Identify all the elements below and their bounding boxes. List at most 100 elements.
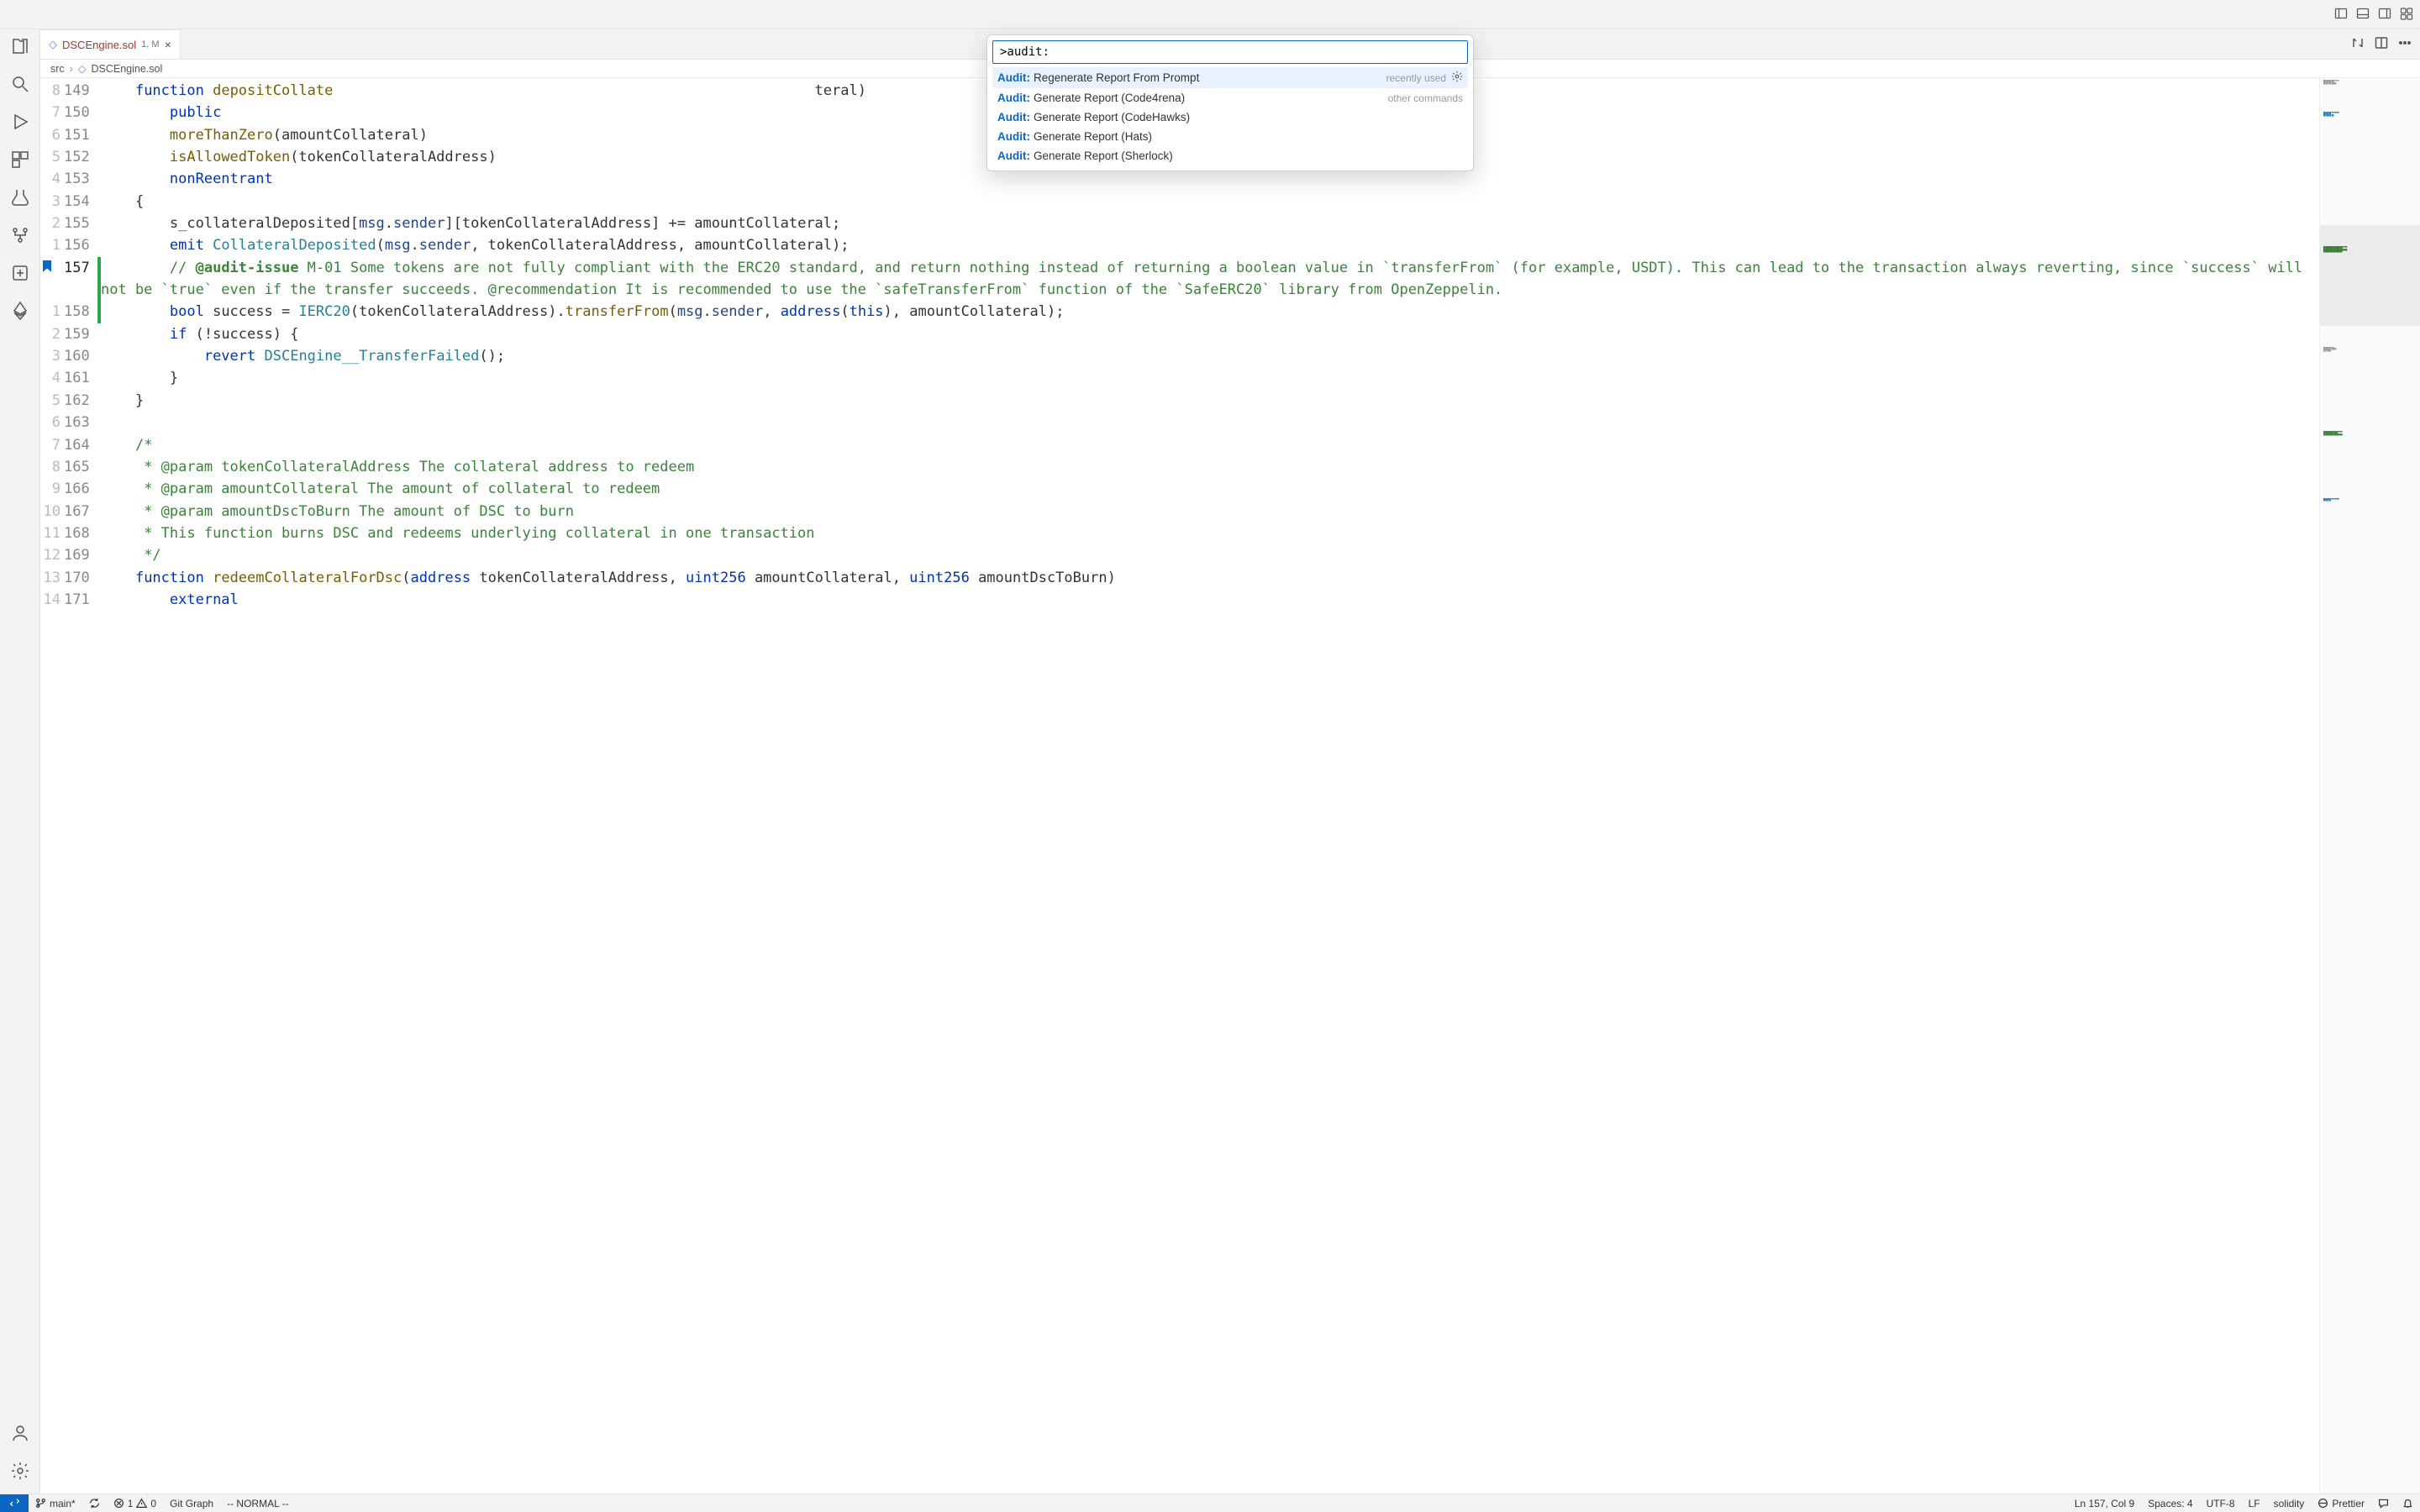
cursor-position[interactable]: Ln 157, Col 9: [2068, 1498, 2141, 1509]
relative-line-number: 6: [40, 412, 64, 433]
more-actions-icon[interactable]: [2398, 36, 2412, 52]
bell-icon[interactable]: [2396, 1498, 2420, 1509]
layout-secondary-side-icon[interactable]: [2378, 7, 2391, 23]
code-line[interactable]: 14171 external: [40, 589, 2319, 611]
line-number: 165: [64, 456, 97, 478]
git-graph-button[interactable]: Git Graph: [163, 1498, 220, 1509]
code-line[interactable]: 4153 nonReentrant: [40, 168, 2319, 190]
relative-line-number: 8: [40, 456, 64, 478]
code-line[interactable]: 2159 if (!success) {: [40, 323, 2319, 345]
line-number: 156: [64, 234, 97, 256]
code-line[interactable]: 11168 * This function burns DSC and rede…: [40, 522, 2319, 544]
line-number: 159: [64, 323, 97, 345]
line-number: 154: [64, 191, 97, 213]
line-number: 160: [64, 345, 97, 367]
line-number: 153: [64, 168, 97, 190]
breadcrumb-seg[interactable]: src: [50, 63, 65, 75]
relative-line-number: 9: [40, 478, 64, 500]
command-input[interactable]: [992, 40, 1468, 64]
palette-item[interactable]: Audit: Generate Report (Sherlock): [992, 146, 1468, 165]
relative-line-number: 5: [40, 146, 64, 168]
relative-line-number: 12: [40, 544, 64, 566]
close-icon[interactable]: ×: [165, 38, 171, 51]
line-number: 152: [64, 146, 97, 168]
layout-customize-icon[interactable]: [2400, 7, 2413, 23]
palette-item[interactable]: Audit: Generate Report (CodeHawks): [992, 108, 1468, 127]
sync-button[interactable]: [82, 1498, 107, 1509]
feedback-icon[interactable]: [2371, 1498, 2396, 1509]
remote-button[interactable]: [0, 1494, 29, 1512]
breadcrumb-seg[interactable]: DSCEngine.sol: [91, 63, 162, 75]
relative-line-number: 1: [40, 301, 64, 323]
code-line[interactable]: 6163: [40, 412, 2319, 433]
branch-status[interactable]: main*: [29, 1498, 82, 1509]
relative-line-number: 14: [40, 589, 64, 611]
language-status[interactable]: solidity: [2267, 1498, 2312, 1509]
problems-status[interactable]: 1 0: [107, 1498, 163, 1509]
relative-line-number: 7: [40, 102, 64, 123]
code-line[interactable]: 3160 revert DSCEngine__TransferFailed();: [40, 345, 2319, 367]
titlebar: [0, 0, 2420, 29]
prettier-status[interactable]: Prettier: [2311, 1498, 2371, 1509]
relative-line-number: 7: [40, 434, 64, 456]
search-icon[interactable]: [10, 74, 30, 97]
vim-mode: -- NORMAL --: [220, 1498, 296, 1509]
ethereum-icon[interactable]: [10, 301, 30, 323]
relative-line-number: 5: [40, 390, 64, 412]
line-number: 171: [64, 589, 97, 611]
settings-gear-icon[interactable]: [10, 1461, 30, 1483]
chevron-right-icon: ›: [70, 63, 73, 75]
account-icon[interactable]: [10, 1423, 30, 1446]
code-line[interactable]: 2155 s_collateralDeposited[msg.sender][t…: [40, 213, 2319, 234]
eol-status[interactable]: LF: [2242, 1498, 2267, 1509]
code-line[interactable]: 7164 /*: [40, 434, 2319, 456]
line-number: 150: [64, 102, 97, 123]
palette-item[interactable]: Audit: Regenerate Report From Promptrece…: [992, 67, 1468, 88]
relative-line-number: 11: [40, 522, 64, 544]
palette-item[interactable]: Audit: Generate Report (Hats): [992, 127, 1468, 146]
sidebar-tool-icon[interactable]: [10, 263, 30, 286]
code-line[interactable]: 13170 function redeemCollateralForDsc(ad…: [40, 567, 2319, 589]
tab-filename: DSCEngine.sol: [62, 39, 136, 51]
extensions-icon[interactable]: [10, 150, 30, 172]
palette-item[interactable]: Audit: Generate Report (Code4rena)other …: [992, 88, 1468, 108]
relative-line-number: 4: [40, 367, 64, 389]
branch-name: main*: [50, 1498, 76, 1509]
line-number: 151: [64, 124, 97, 146]
code-line[interactable]: 9166 * @param amountCollateral The amoun…: [40, 478, 2319, 500]
line-number: 162: [64, 390, 97, 412]
code-line[interactable]: 10167 * @param amountDscToBurn The amoun…: [40, 501, 2319, 522]
code-line[interactable]: 1156 emit CollateralDeposited(msg.sender…: [40, 234, 2319, 256]
line-number: 149: [64, 80, 97, 102]
relative-line-number: 8: [40, 80, 64, 102]
file-tab[interactable]: ◇ DSCEngine.sol 1, M ×: [40, 29, 181, 59]
indentation-status[interactable]: Spaces: 4: [2141, 1498, 2199, 1509]
testing-icon[interactable]: [10, 187, 30, 210]
compare-changes-icon[interactable]: [2351, 36, 2365, 52]
code-line[interactable]: 1158 bool success = IERC20(tokenCollater…: [40, 301, 2319, 323]
line-number: 167: [64, 501, 97, 522]
explorer-icon[interactable]: [10, 36, 30, 59]
code-line[interactable]: 12169 */: [40, 544, 2319, 566]
relative-line-number: [40, 257, 64, 302]
encoding-status[interactable]: UTF-8: [2200, 1498, 2242, 1509]
layout-primary-side-icon[interactable]: [2334, 7, 2348, 23]
split-editor-icon[interactable]: [2375, 36, 2388, 52]
line-number: 166: [64, 478, 97, 500]
gear-icon[interactable]: [1451, 71, 1463, 85]
code-line[interactable]: 157 // @audit-issue M-01 Some tokens are…: [40, 257, 2319, 302]
layout-panel-icon[interactable]: [2356, 7, 2370, 23]
relative-line-number: 4: [40, 168, 64, 190]
code-line[interactable]: 5162 }: [40, 390, 2319, 412]
code-line[interactable]: 4161 }: [40, 367, 2319, 389]
run-debug-icon[interactable]: [10, 112, 30, 134]
tab-meta: 1, M: [141, 39, 159, 50]
code-editor[interactable]: 8149 function depositCollate teral)7150 …: [40, 78, 2319, 1494]
minimap[interactable]: ████ ██ ████ ████ ████ ██████ ██ ████ ██…: [2319, 78, 2420, 1494]
code-line[interactable]: 8165 * @param tokenCollateralAddress The…: [40, 456, 2319, 478]
graph-icon[interactable]: [10, 225, 30, 248]
relative-line-number: 2: [40, 323, 64, 345]
relative-line-number: 2: [40, 213, 64, 234]
command-palette: Audit: Regenerate Report From Promptrece…: [986, 34, 1474, 171]
code-line[interactable]: 3154 {: [40, 191, 2319, 213]
